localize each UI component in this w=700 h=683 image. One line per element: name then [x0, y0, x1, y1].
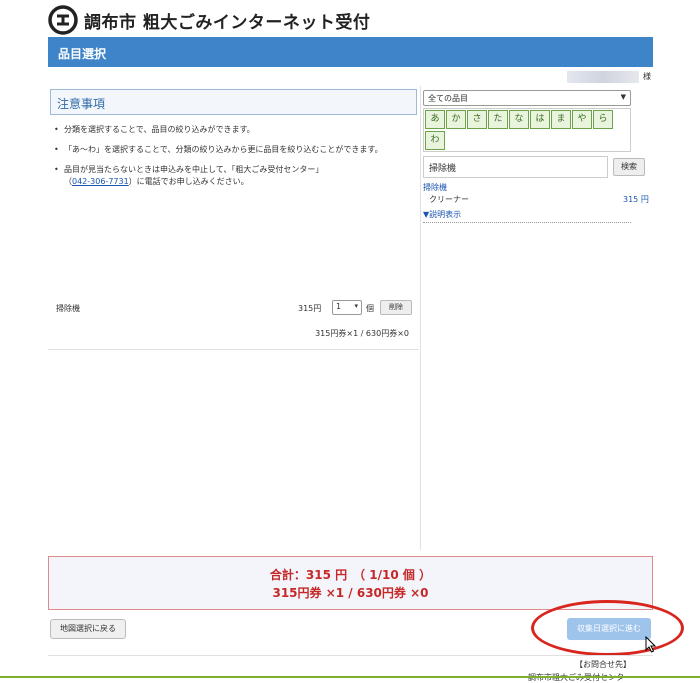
contact-label: 【お問合せ先】: [575, 660, 631, 669]
user-name-redacted: [567, 71, 639, 83]
category-select[interactable]: 全ての品目 ▼: [423, 90, 631, 106]
notice-item: 分類を選択することで、品目の絞り込みができます。: [52, 124, 412, 136]
kana-button-ra[interactable]: ら: [593, 110, 613, 129]
kana-button-ha[interactable]: は: [530, 110, 550, 129]
divider: [423, 222, 631, 223]
kana-button-ma[interactable]: ま: [551, 110, 571, 129]
category-value: 全ての品目: [428, 94, 468, 103]
phone-suffix: ）に電話でお申し込みください。: [128, 177, 249, 186]
notice-item-text: 品目が見当たらないときは申込みを中止して、「粗大ごみ受付センター」: [64, 165, 324, 174]
cart-row: 掃除機 315円 1 ▾ 個 削除 315円券×1 / 630円券×0: [48, 300, 419, 350]
show-description-link[interactable]: ▼説明表示: [423, 209, 461, 220]
kana-button-na[interactable]: な: [509, 110, 529, 129]
footer-divider: [48, 655, 653, 656]
user-honorific: 様: [643, 72, 651, 81]
quantity-value: 1: [336, 302, 342, 311]
cart-ticket-summary: 315円券×1 / 630円券×0: [315, 329, 409, 338]
site-title: 調布市 粗大ごみインターネット受付: [84, 12, 371, 33]
result-item-name[interactable]: クリーナー: [429, 194, 469, 205]
chofu-city-logo-icon: [48, 5, 78, 35]
cart-item-name: 掃除機: [56, 304, 80, 313]
kana-filter-group: あ か さ た な は ま や ら わ: [423, 108, 631, 152]
annotation-circle: [531, 600, 684, 656]
selected-items-panel: 注意事項 分類を選択することで、品目の絞り込みができます。 「あ～わ」を選択する…: [48, 86, 419, 550]
total-summary: 合計：315 円 （ 1/10 個 ） 315円券 ×1 / 630円券 ×0: [48, 556, 653, 610]
mouse-cursor-icon: [645, 636, 657, 653]
page-title: 品目選択: [58, 47, 107, 61]
user-row: 様: [48, 69, 653, 85]
kana-button-wa[interactable]: わ: [425, 131, 445, 150]
notice-item: 「あ～わ」を選択することで、分類の絞り込みから更に品目を絞り込むことができます。: [52, 144, 412, 156]
total-ticket-line: 315円券 ×1 / 630円券 ×0: [272, 586, 429, 600]
item-search-panel: 全ての品目 ▼ あ か さ た な は ま や ら わ 掃除機 検索 掃除機 ク…: [420, 86, 653, 550]
quantity-select[interactable]: 1 ▾: [332, 300, 362, 315]
kana-button-a[interactable]: あ: [425, 110, 445, 129]
notice-heading: 注意事項: [50, 89, 417, 115]
total-count-line: 合計：315 円 （ 1/10 個 ）: [269, 568, 432, 582]
result-category-link[interactable]: 掃除機: [423, 182, 447, 193]
site-header: 調布市 粗大ごみインターネット受付: [48, 4, 370, 36]
kana-button-sa[interactable]: さ: [467, 110, 487, 129]
back-to-map-button[interactable]: 地図選択に戻る: [50, 619, 126, 639]
chevron-down-icon: ▾: [354, 302, 358, 310]
result-item-price: 315 円: [623, 195, 649, 204]
search-button[interactable]: 検索: [613, 158, 645, 176]
quantity-unit: 個: [366, 304, 374, 313]
kana-button-ta[interactable]: た: [488, 110, 508, 129]
chevron-down-icon: ▼: [620, 93, 626, 101]
page-title-bar: 品目選択: [48, 37, 653, 67]
search-input[interactable]: 掃除機: [423, 156, 608, 178]
notice-list: 分類を選択することで、品目の絞り込みができます。 「あ～わ」を選択することで、分…: [52, 124, 412, 196]
phone-prefix: （: [64, 177, 72, 186]
kana-button-ya[interactable]: や: [572, 110, 592, 129]
notice-item: 品目が見当たらないときは申込みを中止して、「粗大ごみ受付センター」 （042-3…: [52, 164, 412, 188]
phone-link[interactable]: 042-306-7731: [72, 177, 129, 186]
kana-button-ka[interactable]: か: [446, 110, 466, 129]
delete-button[interactable]: 削除: [380, 300, 412, 315]
cart-item-price: 315円: [298, 304, 322, 313]
